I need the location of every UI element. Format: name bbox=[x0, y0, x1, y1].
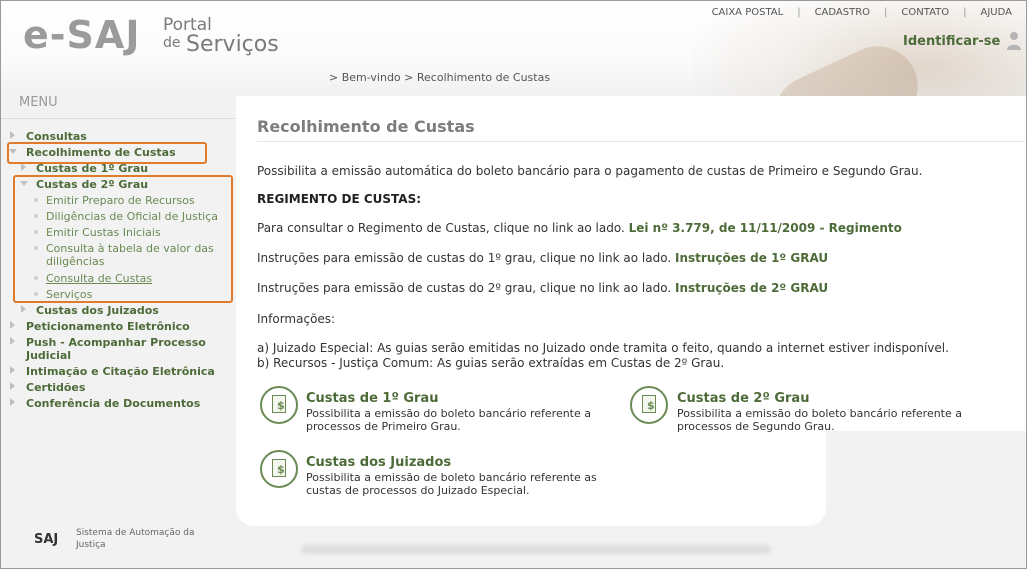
nav-separator: | bbox=[884, 7, 888, 18]
card-custas-1-grau-title[interactable]: Custas de 1º Grau bbox=[306, 391, 438, 406]
instrucoes-1-text: Instruções para emissão de custas do 1º … bbox=[257, 251, 672, 265]
regimento-heading: REGIMENTO DE CUSTAS: bbox=[257, 192, 422, 206]
contato-link[interactable]: CONTATO bbox=[901, 7, 949, 18]
footer-line2: Justiça bbox=[76, 540, 106, 550]
instrucoes-2-link[interactable]: Instruções de 2º GRAU bbox=[675, 281, 828, 295]
money-document-icon[interactable]: $ bbox=[260, 386, 298, 424]
card-desc-line: processos de Primeiro Grau. bbox=[306, 420, 461, 433]
footer-system-name: Sistema de Automação da Justiça bbox=[76, 527, 216, 551]
menu-item-peticionamento[interactable]: Peticionamento Eletrônico bbox=[26, 320, 190, 333]
regimento-row: Para consultar o Regimento de Custas, cl… bbox=[257, 221, 902, 235]
menu-item-push-line1[interactable]: Push - Acompanhar Processo bbox=[26, 336, 206, 349]
card-custas-juizados-desc: Possibilita a emissão de boleto bancário… bbox=[306, 471, 606, 497]
saj-footer-logo: SAJ bbox=[34, 532, 59, 547]
expand-arrow-icon[interactable] bbox=[10, 337, 15, 345]
page-title: Recolhimento de Custas bbox=[257, 117, 475, 136]
menu-item-push-line2[interactable]: Judicial bbox=[26, 349, 71, 362]
breadcrumb-current: > Recolhimento de Custas bbox=[404, 71, 551, 84]
header: e-SAJ Portal de Serviços CAIXA POSTAL | CA… bbox=[1, 1, 1026, 169]
expand-arrow-icon[interactable] bbox=[10, 366, 15, 374]
regimento-link[interactable]: Lei nº 3.779, de 11/11/2009 - Regimento bbox=[629, 221, 902, 235]
menu-item-conferencia[interactable]: Conferência de Documentos bbox=[26, 397, 200, 410]
informacoes-label: Informações: bbox=[257, 312, 336, 326]
highlight-recolhimento bbox=[7, 142, 207, 164]
breadcrumb: > Bem-vindo > Recolhimento de Custas bbox=[329, 71, 550, 84]
menu-item-custas-juizados[interactable]: Custas dos Juizados bbox=[36, 304, 159, 317]
instrucoes-2-row: Instruções para emissão de custas do 2º … bbox=[257, 281, 828, 295]
money-document-icon[interactable]: $ bbox=[630, 386, 668, 424]
menu-item-intimacao[interactable]: Intimação e Citação Eletrônica bbox=[26, 365, 215, 378]
nav-separator: | bbox=[797, 7, 801, 18]
card-custas-1-grau-desc: Possibilita a emissão do boleto bancário… bbox=[306, 407, 606, 433]
card-custas-2-grau-desc: Possibilita a emissão do boleto bancário… bbox=[677, 407, 977, 433]
card-custas-juizados-title[interactable]: Custas dos Juizados bbox=[306, 455, 451, 470]
logo-esaj-text: e-SAJ bbox=[23, 13, 141, 57]
card-desc-line: Possibilita a emissão de boleto bancário… bbox=[306, 471, 597, 484]
expand-arrow-icon[interactable] bbox=[21, 163, 26, 171]
identify-link[interactable]: Identificar-se bbox=[903, 34, 1000, 49]
title-divider bbox=[257, 141, 1025, 142]
expand-arrow-icon[interactable] bbox=[10, 398, 15, 406]
expand-arrow-icon[interactable] bbox=[10, 131, 15, 139]
regimento-text: Para consultar o Regimento de Custas, cl… bbox=[257, 221, 625, 235]
nav-separator: | bbox=[963, 7, 967, 18]
card-custas-2-grau-title[interactable]: Custas de 2º Grau bbox=[677, 391, 809, 406]
expand-arrow-icon[interactable] bbox=[10, 382, 15, 390]
breadcrumb-home[interactable]: > Bem-vindo bbox=[329, 71, 401, 84]
content-panel-right bbox=[826, 96, 1026, 431]
logo-de-text: de bbox=[163, 35, 181, 51]
card-desc-line: custas de processos do Juizado Especial. bbox=[306, 484, 530, 497]
browser-frame: e-SAJ Portal de Serviços CAIXA POSTAL | CA… bbox=[0, 0, 1027, 569]
menu-title: MENU bbox=[19, 95, 58, 110]
top-navigation: CAIXA POSTAL | CADASTRO | CONTATO | AJUDA bbox=[712, 7, 1012, 18]
expand-arrow-icon[interactable] bbox=[10, 321, 15, 329]
footer-line1: Sistema de Automação da bbox=[76, 528, 195, 538]
logo-servicos-text: Serviços bbox=[186, 32, 279, 57]
menu-item-certidoes[interactable]: Certidões bbox=[26, 381, 85, 394]
instrucoes-2-text: Instruções para emissão de custas do 2º … bbox=[257, 281, 672, 295]
money-document-icon[interactable]: $ bbox=[260, 450, 298, 488]
cadastro-link[interactable]: CADASTRO bbox=[815, 7, 870, 18]
expand-arrow-icon[interactable] bbox=[21, 305, 26, 313]
card-desc-line: processos de Segundo Grau. bbox=[677, 420, 835, 433]
menu-divider bbox=[1, 118, 236, 119]
info-juizado: a) Juizado Especial: As guias serão emit… bbox=[257, 341, 949, 355]
intro-text: Possibilita a emissão automática do bole… bbox=[257, 164, 923, 178]
footer-blurred-text bbox=[301, 545, 771, 554]
ajuda-link[interactable]: AJUDA bbox=[981, 7, 1012, 18]
user-icon[interactable] bbox=[1006, 31, 1022, 51]
card-desc-line: Possibilita a emissão do boleto bancário… bbox=[306, 407, 591, 420]
info-recursos: b) Recursos - Justiça Comum: As guias se… bbox=[257, 356, 725, 370]
instrucoes-1-row: Instruções para emissão de custas do 1º … bbox=[257, 251, 828, 265]
highlight-custas-2-grau bbox=[13, 175, 233, 303]
instrucoes-1-link[interactable]: Instruções de 1º GRAU bbox=[675, 251, 828, 265]
card-desc-line: Possibilita a emissão do boleto bancário… bbox=[677, 407, 962, 420]
caixa-postal-link[interactable]: CAIXA POSTAL bbox=[712, 7, 784, 18]
